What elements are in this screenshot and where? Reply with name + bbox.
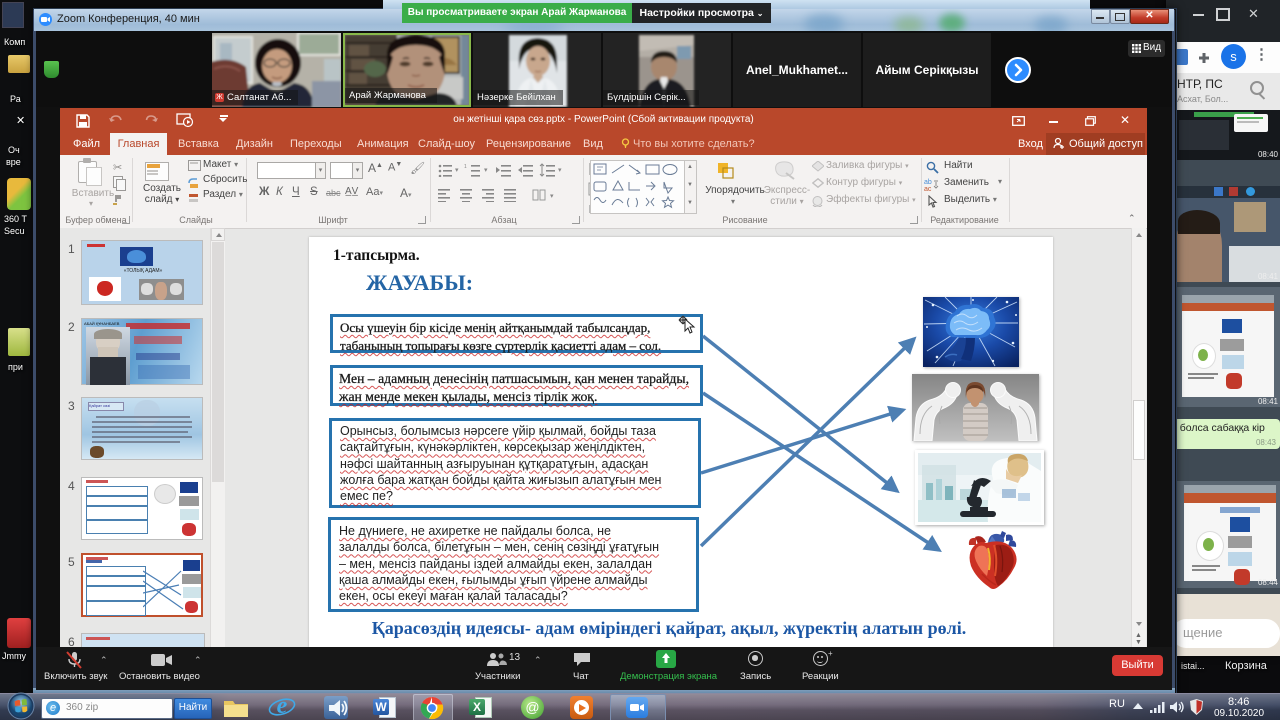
svg-text:1: 1 (464, 164, 467, 170)
svg-text:▾: ▾ (550, 193, 554, 200)
svg-text:ac: ac (924, 186, 932, 191)
svg-text:▾: ▾ (484, 167, 488, 174)
svg-text:▾: ▾ (558, 167, 562, 174)
svg-text:▾: ▾ (455, 167, 459, 174)
svg-text:ab: ab (924, 179, 932, 186)
